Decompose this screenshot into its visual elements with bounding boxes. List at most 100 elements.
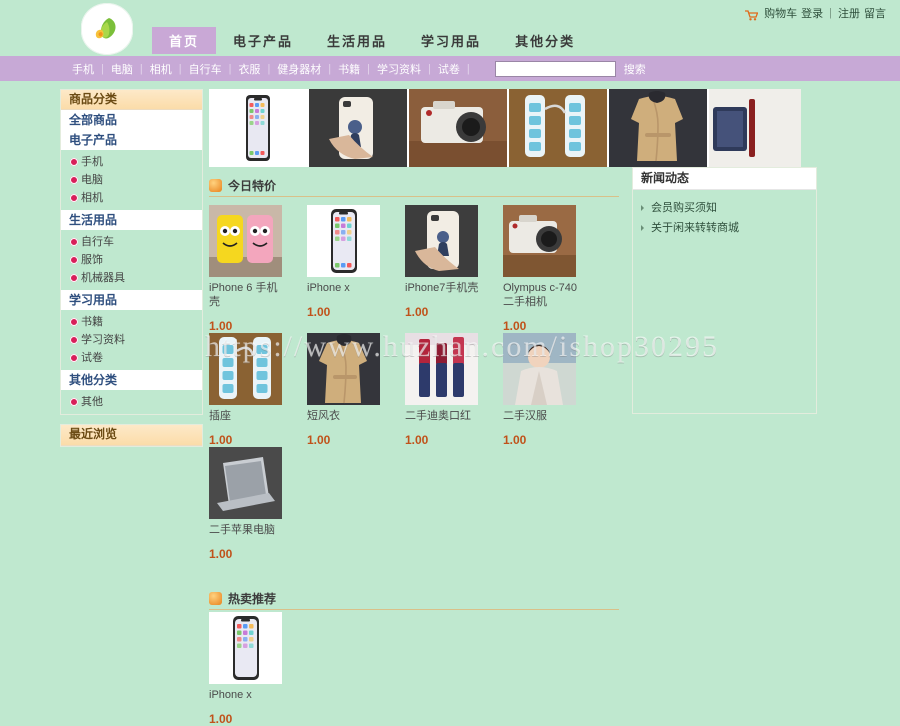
banner-carousel[interactable] (209, 89, 801, 167)
banner-slide-trench-coat[interactable] (609, 89, 709, 167)
clock-icon (209, 178, 222, 192)
search-area: 搜索 (494, 60, 646, 77)
product-thumb-olympus-camera[interactable] (503, 205, 576, 277)
product-card[interactable]: iPhone 6 手机壳 1.00 (209, 205, 307, 333)
product-thumb-iphone-x[interactable] (307, 205, 380, 277)
bullet-icon (70, 176, 78, 184)
product-thumb-dior-lipstick[interactable] (405, 333, 478, 405)
subnav-link-exam-papers[interactable]: 试卷 (438, 61, 460, 77)
subnav-divider: | (367, 62, 371, 75)
product-name[interactable]: iPhone7手机壳 (405, 281, 483, 295)
product-card[interactable]: 插座 1.00 (209, 333, 307, 447)
sidebar-item-camera[interactable]: 相机 (61, 189, 202, 207)
login-link[interactable]: 登录 (801, 5, 823, 21)
sidebar-item-apparel[interactable]: 服饰 (61, 251, 202, 269)
sidebar-group-electronics[interactable]: 电子产品 (61, 130, 202, 150)
product-thumb-iphone-x-hot[interactable] (209, 612, 282, 684)
product-name[interactable]: iPhone x (209, 688, 287, 702)
product-card[interactable]: iPhone x 1.00 (307, 205, 405, 333)
product-price: 1.00 (405, 305, 429, 319)
search-button[interactable]: 搜索 (624, 61, 646, 77)
product-card[interactable]: Olympus c-740二手相机 1.00 (503, 205, 601, 333)
product-thumb-hanfu[interactable] (503, 333, 576, 405)
product-name[interactable]: 二手迪奥口红 (405, 409, 483, 423)
site-logo[interactable] (81, 3, 133, 55)
product-card[interactable]: 二手苹果电脑 1.00 (209, 447, 307, 561)
sidebar-group-daily-goods[interactable]: 生活用品 (61, 210, 202, 230)
product-thumb-macbook[interactable] (209, 447, 282, 519)
sidebar-group-study-supplies[interactable]: 学习用品 (61, 290, 202, 310)
sidebar-item-study-materials[interactable]: 学习资料 (61, 331, 202, 349)
product-name[interactable]: iPhone 6 手机壳 (209, 281, 287, 309)
banner-slide-phone-case[interactable] (309, 89, 409, 167)
search-input[interactable] (494, 60, 616, 77)
product-card[interactable]: iPhone7手机壳 1.00 (405, 205, 503, 333)
sidebar-item-other[interactable]: 其他 (61, 393, 202, 411)
sidebar-item-label: 学习资料 (81, 334, 125, 346)
subnav-link-books[interactable]: 书籍 (338, 61, 360, 77)
product-thumb-iphone7-case[interactable] (405, 205, 478, 277)
product-price: 1.00 (307, 305, 331, 319)
main-navigation: 首页 电子产品 生活用品 学习用品 其他分类 (152, 27, 592, 54)
product-card[interactable]: 二手汉服 1.00 (503, 333, 601, 447)
sidebar-item-exam-papers[interactable]: 试卷 (61, 349, 202, 367)
subnav-link-fitness[interactable]: 健身器材 (277, 61, 321, 77)
sidebar-item-label: 其他 (81, 396, 103, 408)
bullet-icon (70, 238, 78, 246)
bullet-icon (70, 336, 78, 344)
subnav-link-computer[interactable]: 电脑 (111, 61, 133, 77)
nav-tab-daily-goods[interactable]: 生活用品 (310, 27, 404, 54)
bullet-icon (70, 256, 78, 264)
sidebar-group-other[interactable]: 其他分类 (61, 370, 202, 390)
product-thumb-iphone6-case[interactable] (209, 205, 282, 277)
news-column: 新闻动态 会员购买须知 关于闲来转转商城 (632, 167, 817, 726)
account-divider: | (829, 7, 832, 19)
product-name[interactable]: 二手汉服 (503, 409, 581, 423)
sidebar-item-bicycle[interactable]: 自行车 (61, 233, 202, 251)
sidebar-item-machinery[interactable]: 机械器具 (61, 269, 202, 287)
subnav-link-camera[interactable]: 相机 (150, 61, 172, 77)
subnav-divider: | (228, 62, 232, 75)
product-price: 1.00 (209, 433, 233, 447)
subnav-divider: | (328, 62, 332, 75)
nav-tab-study-supplies[interactable]: 学习用品 (404, 27, 498, 54)
category-panel-body: 全部商品 电子产品 手机 电脑 相机 生活用品 自行车 服饰 机械器具 学习用品… (61, 110, 202, 414)
sidebar-item-computer[interactable]: 电脑 (61, 171, 202, 189)
banner-slide-camera[interactable] (409, 89, 509, 167)
product-card[interactable]: iPhone x 1.00 (209, 612, 307, 726)
nav-tab-home[interactable]: 首页 (152, 27, 217, 54)
recent-views-panel: 最近浏览 (60, 424, 203, 447)
nav-tab-other[interactable]: 其他分类 (498, 27, 592, 54)
sidebar-item-books[interactable]: 书籍 (61, 313, 202, 331)
product-name[interactable]: 二手苹果电脑 (209, 523, 287, 537)
register-link[interactable]: 注册 (838, 5, 860, 21)
news-list: 会员购买须知 关于闲来转转商城 (633, 190, 816, 413)
product-thumb-trench-coat[interactable] (307, 333, 380, 405)
clock-icon (209, 591, 222, 605)
product-card[interactable]: 二手迪奥口红 1.00 (405, 333, 503, 447)
product-name[interactable]: 短风衣 (307, 409, 385, 423)
product-card[interactable]: 短风衣 1.00 (307, 333, 405, 447)
cart-link[interactable]: 购物车 (764, 5, 797, 21)
product-name[interactable]: Olympus c-740二手相机 (503, 281, 581, 309)
sidebar-item-label: 相机 (81, 192, 103, 204)
message-link[interactable]: 留言 (864, 5, 886, 21)
nav-tab-electronics[interactable]: 电子产品 (216, 27, 310, 54)
sidebar-item-all-products[interactable]: 全部商品 (61, 110, 202, 130)
subnav-link-phone[interactable]: 手机 (72, 61, 94, 77)
subnav-link-study-materials[interactable]: 学习资料 (377, 61, 421, 77)
news-item[interactable]: 关于闲来转转商城 (641, 218, 816, 238)
cart-icon[interactable] (745, 9, 759, 21)
product-name[interactable]: 插座 (209, 409, 287, 423)
banner-slide-power-strip[interactable] (509, 89, 609, 167)
subnav-link-clothes[interactable]: 衣服 (238, 61, 260, 77)
product-name[interactable]: iPhone x (307, 281, 385, 295)
subnav-link-bicycle[interactable]: 自行车 (189, 61, 222, 77)
product-thumb-power-strip[interactable] (209, 333, 282, 405)
news-item[interactable]: 会员购买须知 (641, 198, 816, 218)
sidebar-item-phone[interactable]: 手机 (61, 153, 202, 171)
today-special-grid: iPhone 6 手机壳 1.00 iPhone x 1.00 iPhone7手… (209, 197, 619, 561)
banner-slide-iphone-x[interactable] (209, 89, 309, 167)
sidebar-group-daily-goods-items: 自行车 服饰 机械器具 (61, 230, 202, 290)
banner-slide-laptop[interactable] (709, 89, 801, 167)
